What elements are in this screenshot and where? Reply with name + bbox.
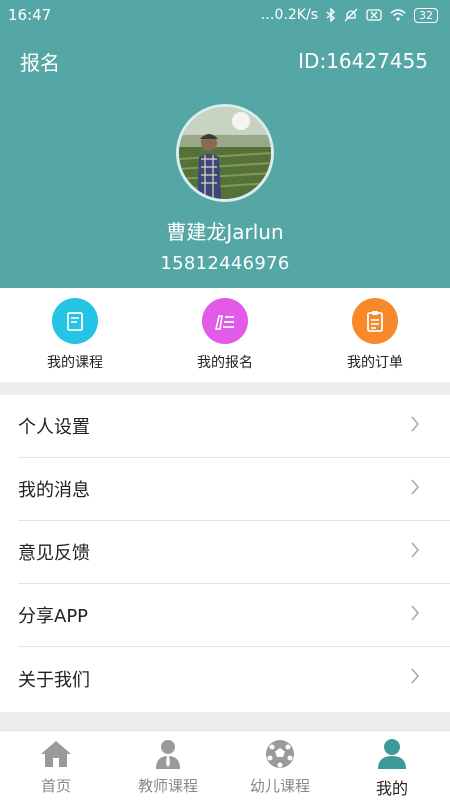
menu-item-my-messages[interactable]: 我的消息 bbox=[18, 458, 450, 521]
chevron-right-icon bbox=[410, 541, 420, 564]
bottom-tab-bar: 首页 教师课程 幼儿课程 我的 bbox=[0, 730, 450, 800]
settings-menu: 个人设置 我的消息 意见反馈 分享APP 关于我们 bbox=[0, 395, 450, 712]
avatar[interactable] bbox=[176, 104, 274, 202]
status-bar: 16:47 …0.2K/s 32 bbox=[0, 0, 450, 30]
username: 曹建龙Jarlun bbox=[166, 220, 284, 244]
phone-number: 15812446976 bbox=[160, 253, 290, 274]
my-registrations-label: 我的报名 bbox=[197, 355, 253, 371]
chevron-right-icon bbox=[410, 604, 420, 627]
my-orders-button[interactable]: 我的订单 bbox=[320, 298, 430, 372]
tab-label: 教师课程 bbox=[137, 777, 198, 795]
menu-item-personal-settings[interactable]: 个人设置 bbox=[18, 395, 450, 458]
tab-kids-courses[interactable]: 幼儿课程 bbox=[224, 737, 336, 796]
menu-item-share-app[interactable]: 分享APP bbox=[18, 584, 450, 647]
my-registrations-button[interactable]: 我的报名 bbox=[170, 298, 280, 372]
chevron-right-icon bbox=[410, 478, 420, 501]
book-icon bbox=[52, 298, 98, 344]
wifi-icon bbox=[390, 9, 406, 21]
menu-item-label: 个人设置 bbox=[18, 417, 90, 438]
menu-item-label: 分享APP bbox=[18, 606, 89, 627]
menu-item-label: 意见反馈 bbox=[18, 543, 90, 564]
page-title: 报名 bbox=[20, 50, 60, 75]
my-courses-button[interactable]: 我的课程 bbox=[20, 298, 130, 372]
menu-item-about-us[interactable]: 关于我们 bbox=[18, 647, 450, 710]
avatar-photo bbox=[179, 107, 271, 199]
quick-actions: 我的课程 我的报名 我的订单 bbox=[0, 288, 450, 382]
my-courses-label: 我的课程 bbox=[47, 355, 103, 371]
status-icons: …0.2K/s 32 bbox=[261, 7, 438, 23]
tab-mine[interactable]: 我的 bbox=[336, 737, 448, 799]
top-bar: 报名 ID:16427455 bbox=[0, 45, 450, 77]
mute-bell-icon bbox=[344, 8, 358, 22]
clipboard-icon bbox=[352, 298, 398, 344]
chevron-right-icon bbox=[410, 667, 420, 690]
tab-label: 幼儿课程 bbox=[249, 777, 310, 795]
profile-header: 16:47 …0.2K/s 32 报名 ID:16427455 曹建龙Jarlu… bbox=[0, 0, 450, 288]
menu-item-label: 关于我们 bbox=[18, 669, 90, 691]
user-id: ID:16427455 bbox=[298, 49, 428, 73]
tab-label: 我的 bbox=[375, 779, 408, 798]
sim-off-icon bbox=[366, 9, 382, 21]
network-speed: …0.2K/s bbox=[260, 7, 318, 23]
soccer-ball-icon bbox=[224, 737, 336, 771]
bluetooth-icon bbox=[326, 8, 336, 22]
tab-teacher-courses[interactable]: 教师课程 bbox=[112, 737, 224, 796]
tab-home[interactable]: 首页 bbox=[0, 737, 112, 796]
menu-item-feedback[interactable]: 意见反馈 bbox=[18, 521, 450, 584]
home-icon bbox=[0, 737, 112, 771]
pencil-list-icon bbox=[202, 298, 248, 344]
battery-indicator: 32 bbox=[414, 7, 438, 23]
chevron-right-icon bbox=[410, 415, 420, 438]
menu-item-label: 我的消息 bbox=[18, 480, 90, 501]
tab-label: 首页 bbox=[40, 777, 71, 795]
status-time: 16:47 bbox=[8, 6, 52, 24]
teacher-icon bbox=[112, 737, 224, 771]
user-icon bbox=[336, 737, 448, 771]
my-orders-label: 我的订单 bbox=[347, 355, 403, 371]
